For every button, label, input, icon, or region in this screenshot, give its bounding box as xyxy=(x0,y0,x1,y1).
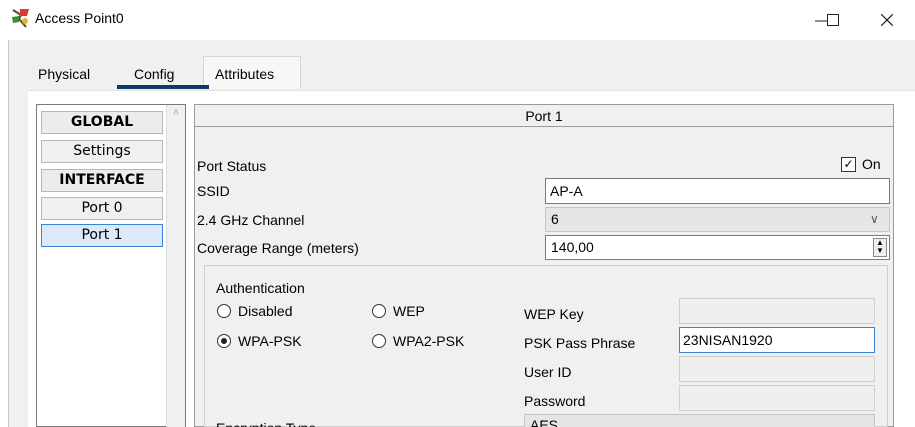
close-button[interactable] xyxy=(864,4,910,36)
port-status-checkbox[interactable]: ✓ xyxy=(841,157,856,172)
coverage-spinner-icon[interactable]: ▲ ▼ xyxy=(873,238,887,257)
auth-disabled-radio[interactable] xyxy=(217,304,231,318)
chevron-down-icon[interactable]: ∨ xyxy=(870,212,879,226)
sidebar-item-settings[interactable]: Settings xyxy=(41,140,163,163)
ssid-label: SSID xyxy=(197,183,230,199)
coverage-range-label: Coverage Range (meters) xyxy=(197,240,359,256)
title-bar xyxy=(0,0,915,40)
coverage-range-input[interactable]: 140,00 xyxy=(545,235,890,260)
port-status-on-label: On xyxy=(862,156,881,172)
sidebar-item-interface[interactable]: INTERFACE xyxy=(41,169,163,192)
auth-wpa2-psk-radio[interactable] xyxy=(372,334,386,348)
password-input[interactable] xyxy=(679,385,875,411)
psk-pass-phrase-input[interactable]: 23NISAN1920 xyxy=(679,327,875,353)
maximize-button[interactable] xyxy=(810,4,856,36)
port-title: Port 1 xyxy=(195,105,893,127)
ssid-input[interactable] xyxy=(545,178,890,204)
port-status-label: Port Status xyxy=(197,158,267,174)
auth-wpa2-psk-label[interactable]: WPA2-PSK xyxy=(393,332,464,350)
scroll-up-icon[interactable]: ˄ xyxy=(170,108,182,118)
wep-key-input[interactable] xyxy=(679,298,875,324)
auth-wep-radio[interactable] xyxy=(372,304,386,318)
window-title: Access Point0 xyxy=(35,10,124,26)
auth-wpa-psk-radio[interactable] xyxy=(217,334,231,348)
tab-physical[interactable]: Physical xyxy=(38,64,90,84)
channel-select[interactable]: 6 xyxy=(545,207,890,232)
auth-wep-label[interactable]: WEP xyxy=(393,302,425,320)
password-label: Password xyxy=(524,393,586,409)
user-id-input[interactable] xyxy=(679,356,875,382)
auth-wpa-psk-label[interactable]: WPA-PSK xyxy=(238,332,302,350)
maximize-icon xyxy=(827,14,839,26)
close-icon xyxy=(881,14,893,26)
auth-disabled-label[interactable]: Disabled xyxy=(238,302,292,320)
authentication-label: Authentication xyxy=(216,280,305,296)
encryption-type-label: Encryption Type xyxy=(216,419,316,427)
psk-pass-phrase-label: PSK Pass Phrase xyxy=(524,335,636,351)
wep-key-label: WEP Key xyxy=(524,306,584,322)
sidebar-scrollbar[interactable] xyxy=(166,105,185,427)
channel-label: 2.4 GHz Channel xyxy=(197,212,305,228)
active-tab-indicator xyxy=(117,85,209,89)
sidebar-item-port-1[interactable]: Port 1 xyxy=(41,224,163,247)
user-id-label: User ID xyxy=(524,364,572,380)
access-point-icon xyxy=(12,9,29,28)
tab-config[interactable]: Config xyxy=(134,64,174,84)
sidebar-item-global[interactable]: GLOBAL xyxy=(41,111,163,134)
tab-attributes[interactable]: Attributes xyxy=(215,64,274,84)
encryption-type-select[interactable]: AES xyxy=(524,414,875,427)
sidebar-item-port-0[interactable]: Port 0 xyxy=(41,197,163,220)
